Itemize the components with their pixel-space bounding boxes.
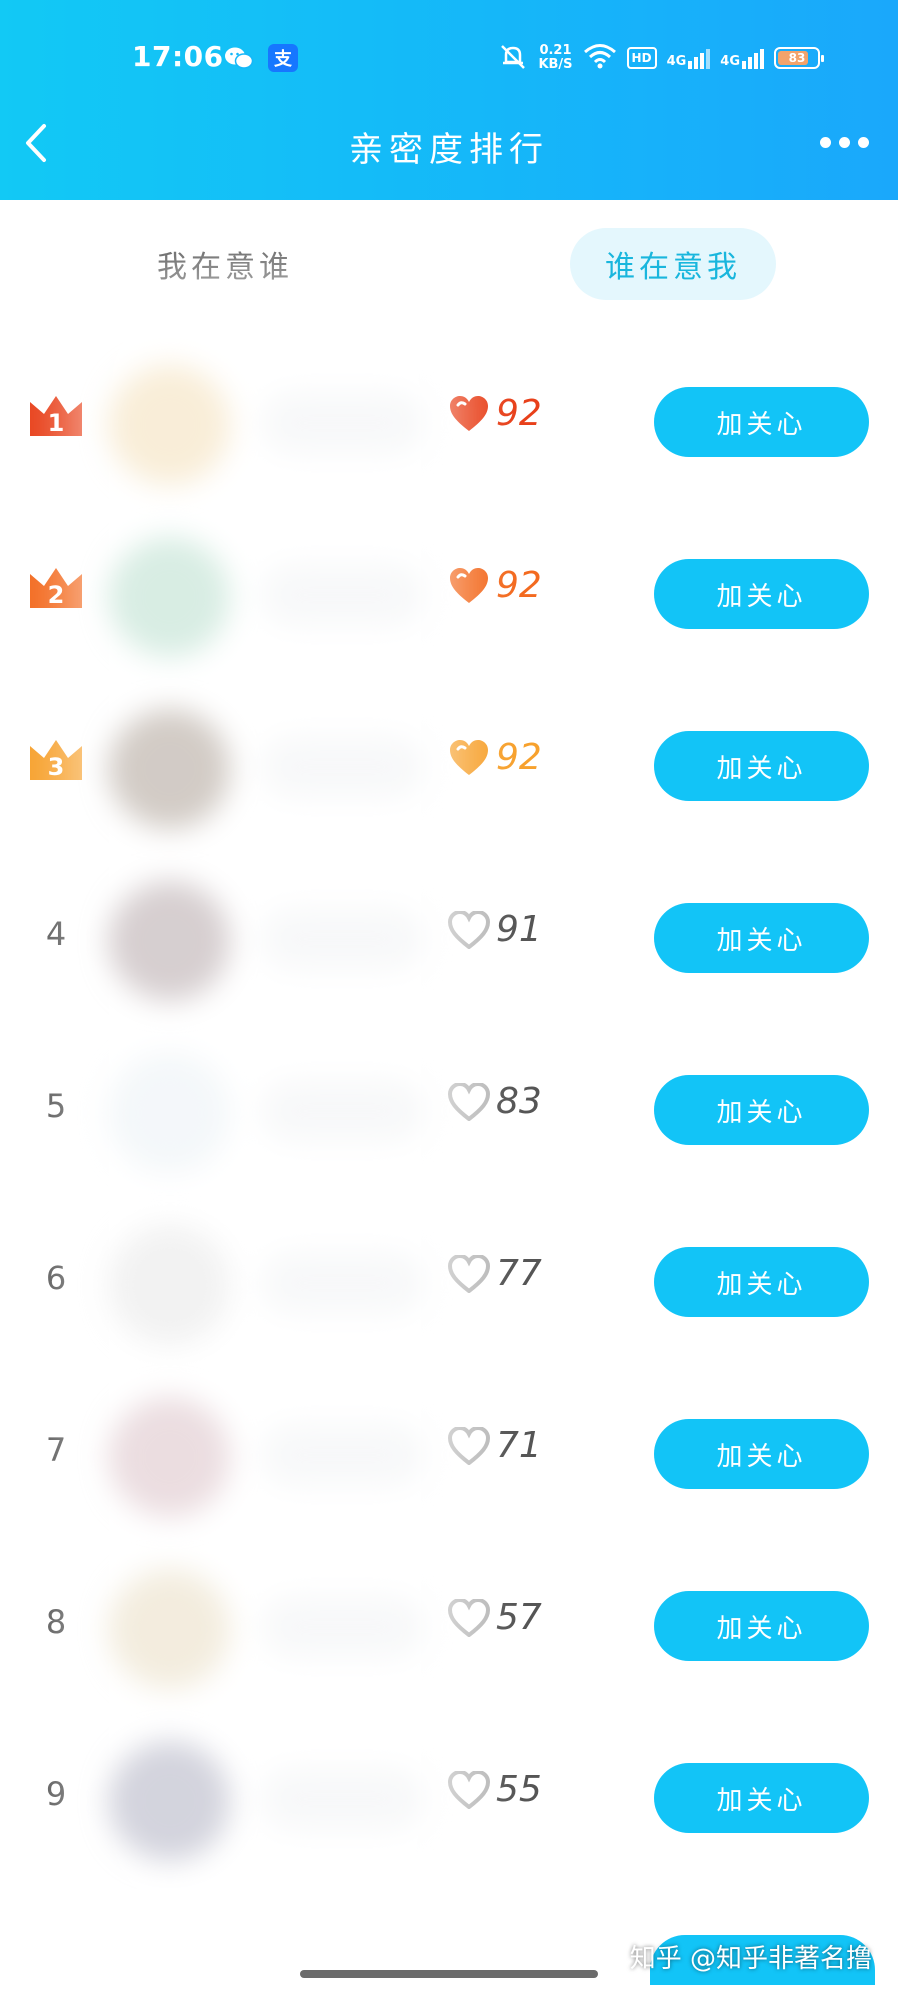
intimacy-score: 83 — [496, 1081, 542, 1122]
more-button[interactable] — [820, 130, 876, 154]
signal-bars-icon — [688, 47, 711, 69]
status-bar: 17:06 支 0.21 KB/S HD 4G 4G 83 — [0, 30, 898, 86]
rank-number: 1 — [47, 409, 65, 437]
status-time: 17:06 — [132, 40, 224, 73]
add-care-button[interactable]: 加关心 — [654, 559, 869, 629]
add-care-button[interactable]: 加关心 — [654, 1247, 869, 1317]
add-care-button[interactable]: 加关心 — [654, 1763, 869, 1833]
add-care-button[interactable]: 加关心 — [654, 731, 869, 801]
intimacy-score: 77 — [496, 1253, 542, 1294]
intimacy-score: 92 — [496, 737, 542, 778]
hd-badge: HD — [626, 47, 657, 69]
add-care-button[interactable]: 加关心 — [654, 387, 869, 457]
battery-level: 83 — [788, 51, 806, 65]
wifi-icon — [583, 43, 617, 73]
header-bar: 17:06 支 0.21 KB/S HD 4G 4G 83 亲密度排行 — [0, 0, 898, 200]
intimacy-score: 55 — [496, 1769, 542, 1810]
wechat-icon — [224, 44, 254, 72]
add-care-button[interactable]: 加关心 — [654, 1419, 869, 1489]
rank-number: 3 — [47, 753, 65, 781]
signal-1: 4G — [667, 47, 711, 69]
mute-icon — [498, 42, 528, 74]
add-care-button[interactable]: 加关心 — [654, 1075, 869, 1145]
more-dot-icon — [839, 136, 850, 148]
net-speed-value: 0.21 — [539, 43, 572, 58]
signal-bars-icon — [742, 47, 764, 69]
net-speed-unit: KB/S — [538, 57, 573, 72]
intimacy-score: 71 — [496, 1425, 542, 1466]
rank-number: 2 — [47, 581, 65, 609]
intimacy-score: 57 — [496, 1597, 542, 1638]
privacy-blur — [70, 262, 460, 1952]
battery-icon: 83 — [774, 47, 824, 69]
more-dot-icon — [858, 136, 869, 148]
home-indicator[interactable] — [300, 1970, 598, 1978]
watermark: 知乎 @知乎非著名撸 — [629, 1944, 872, 1974]
intimacy-score: 92 — [496, 393, 542, 434]
net-speed: 0.21 KB/S — [538, 44, 572, 72]
intimacy-score: 92 — [496, 565, 542, 606]
signal-2: 4G — [720, 47, 764, 69]
page-title: 亲密度排行 — [349, 130, 549, 170]
signal-1-label: 4G — [666, 54, 687, 69]
add-care-button[interactable]: 加关心 — [654, 1591, 869, 1661]
intimacy-score: 91 — [496, 909, 542, 950]
status-right-icons: 0.21 KB/S HD 4G 4G 83 — [498, 42, 824, 74]
more-dot-icon — [820, 136, 831, 148]
add-care-button[interactable]: 加关心 — [654, 903, 869, 973]
tab-who-cares-me[interactable]: 谁在意我 — [570, 228, 776, 300]
alipay-icon: 支 — [268, 44, 298, 72]
signal-2-label: 4G — [720, 54, 740, 69]
nav-bar: 亲密度排行 — [0, 100, 898, 190]
